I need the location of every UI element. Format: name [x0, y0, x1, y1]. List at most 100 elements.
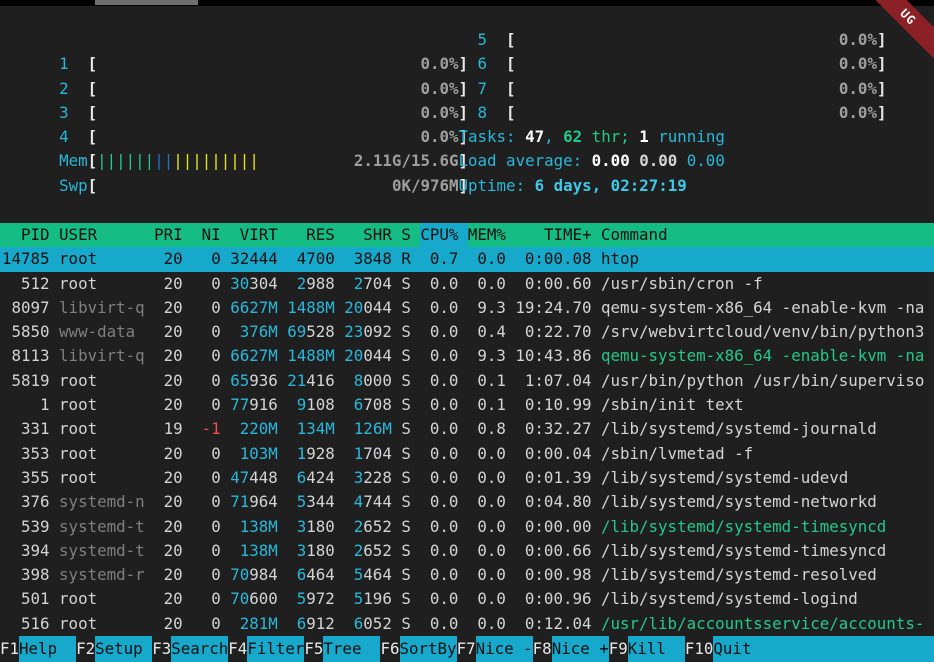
- table-header: PID USER PRI NI VIRT RES SHR S CPU%MEM% TIME+ Comm…: [0, 223, 934, 247]
- cell-shr: 2652: [344, 539, 392, 563]
- col-header-cpu-sort[interactable]: CPU%: [420, 223, 468, 247]
- fn-label: Help: [19, 636, 76, 662]
- function-key-f3[interactable]: F3Search: [152, 636, 228, 662]
- cell-command: /lib/systemd/systemd-udevd: [601, 466, 848, 490]
- cell-ni: 0: [192, 393, 221, 417]
- cell-command: /sbin/init text: [601, 393, 744, 417]
- table-row[interactable]: 539systemd-t200138M31802652S0.00.00:00.0…: [0, 515, 934, 539]
- cell-virt: 138M: [230, 539, 278, 563]
- table-row[interactable]: 394systemd-t200138M31802652S0.00.00:00.6…: [0, 539, 934, 563]
- cell-res: 5972: [287, 587, 335, 611]
- cell-ni: 0: [192, 466, 221, 490]
- function-key-f6[interactable]: F6SortBy: [380, 636, 456, 662]
- table-row[interactable]: 398systemd-r2007098464645464S0.00.00:00.…: [0, 563, 934, 587]
- fn-label: Quit: [713, 636, 934, 662]
- cell-mem: 0.0: [468, 247, 506, 271]
- cell-res: 1488M: [287, 344, 335, 368]
- table-row[interactable]: 512root2003030429882704S0.00.00:00.60/us…: [0, 272, 934, 296]
- table-row[interactable]: 1root2007791691086708S0.00.10:10.99/sbin…: [0, 393, 934, 417]
- cell-pid: 5819: [2, 369, 50, 393]
- cell-pri: 20: [154, 515, 183, 539]
- cell-pri: 20: [154, 539, 183, 563]
- function-key-f5[interactable]: F5Tree: [304, 636, 380, 662]
- table-row[interactable]: 355root2004744864243228S0.00.00:01.39/li…: [0, 466, 934, 490]
- function-key-f2[interactable]: F2Setup: [76, 636, 152, 662]
- table-row[interactable]: 8113libvirt-q2006627M1488M20044S0.09.310…: [0, 344, 934, 368]
- col-header-user[interactable]: USER: [59, 223, 145, 247]
- function-key-f7[interactable]: F7Nice -: [457, 636, 533, 662]
- tasks-line: Tasks: 47, 62 thr; 1 running: [459, 125, 725, 149]
- cell-user: systemd-t: [59, 515, 145, 539]
- col-header-state[interactable]: S: [401, 223, 411, 247]
- cell-shr: 2704: [344, 272, 392, 296]
- fn-label: Tree: [323, 636, 380, 662]
- function-key-f1[interactable]: F1Help: [0, 636, 76, 662]
- col-header-shr[interactable]: SHR: [344, 223, 392, 247]
- cell-cpu: 0.7: [420, 247, 458, 271]
- cell-virt: 138M: [230, 515, 278, 539]
- table-row[interactable]: 376systemd-n2007196453444744S0.00.00:04.…: [0, 490, 934, 514]
- cell-res: 69528: [287, 320, 335, 344]
- cell-res: 4700: [287, 247, 335, 271]
- cell-pid: 8097: [2, 296, 50, 320]
- cell-virt: 6627M: [230, 296, 278, 320]
- cell-shr: 1704: [344, 442, 392, 466]
- table-row[interactable]: 516root200281M69126052S0.00.00:12.04/usr…: [0, 612, 934, 636]
- cell-command: /srv/webvirtcloud/venv/bin/python3: [601, 320, 924, 344]
- cell-command: qemu-system-x86_64 -enable-kvm -na: [601, 344, 924, 368]
- cell-user: www-data: [59, 320, 145, 344]
- cell-ni: 0: [192, 490, 221, 514]
- function-key-f9[interactable]: F9Kill: [609, 636, 685, 662]
- col-header-res[interactable]: RES: [287, 223, 335, 247]
- table-row[interactable]: 14785root2003244447003848R0.70.00:00.08h…: [0, 247, 934, 271]
- cell-pid: 398: [2, 563, 50, 587]
- function-key-f8[interactable]: F8Nice +: [533, 636, 609, 662]
- col-header-time[interactable]: TIME+: [515, 223, 591, 247]
- cell-res: 21416: [287, 369, 335, 393]
- cell-pri: 20: [154, 612, 183, 636]
- table-row[interactable]: 501root2007060059725196S0.00.00:00.96/li…: [0, 587, 934, 611]
- cpu-meter-row-4: 4[0.0%] 8[0.0%]: [0, 101, 934, 125]
- cell-virt: 281M: [230, 612, 278, 636]
- load-average-line: Load average: 0.00 0.00 0.00: [459, 149, 725, 173]
- cpu8-label: 8: [478, 103, 488, 122]
- load-1min: 0.00: [592, 151, 630, 170]
- col-header-pid[interactable]: PID: [2, 223, 50, 247]
- mem-tasks-row: Mem[|||||||||||||||||2.11G/15.6G] Tasks:…: [0, 125, 934, 149]
- cell-ni: 0: [192, 442, 221, 466]
- cell-ni: 0: [192, 369, 221, 393]
- cell-state: S: [401, 490, 411, 514]
- cell-cpu: 0.0: [420, 515, 458, 539]
- cell-shr: 6708: [344, 393, 392, 417]
- table-row[interactable]: 5819root20065936214168000S0.00.11:07.04/…: [0, 369, 934, 393]
- cell-state: S: [401, 272, 411, 296]
- table-row[interactable]: 8097libvirt-q2006627M1488M20044S0.09.319…: [0, 296, 934, 320]
- col-header-virt[interactable]: VIRT: [230, 223, 278, 247]
- col-header-ni[interactable]: NI: [192, 223, 221, 247]
- cell-mem: 9.3: [468, 344, 506, 368]
- cell-command: /sbin/lvmetad -f: [601, 442, 753, 466]
- col-header-mem[interactable]: MEM%: [468, 223, 506, 247]
- function-key-f4[interactable]: F4Filter: [228, 636, 304, 662]
- cpu7-meter: 0.0%: [516, 77, 877, 101]
- col-header-command[interactable]: Command: [601, 223, 668, 247]
- cell-res: 6912: [287, 612, 335, 636]
- col-header-pri[interactable]: PRI: [154, 223, 183, 247]
- cpu6-label: 6: [478, 54, 488, 73]
- cell-ni: 0: [192, 320, 221, 344]
- cell-state: S: [401, 344, 411, 368]
- cell-user: root: [59, 272, 145, 296]
- table-row[interactable]: 353root200103M19281704S0.00.00:00.04/sbi…: [0, 442, 934, 466]
- cell-ni: 0: [192, 247, 221, 271]
- cell-mem: 0.0: [468, 272, 506, 296]
- cell-ni: -1: [192, 417, 221, 441]
- cell-command: htop: [601, 247, 639, 271]
- cell-pri: 19: [154, 417, 183, 441]
- function-key-f10[interactable]: F10Quit: [685, 636, 934, 662]
- table-row[interactable]: 5850www-data200376M6952823092S0.00.40:22…: [0, 320, 934, 344]
- cell-pri: 20: [154, 587, 183, 611]
- cell-shr: 5196: [344, 587, 392, 611]
- cell-res: 3180: [287, 539, 335, 563]
- cell-cpu: 0.0: [420, 539, 458, 563]
- table-row[interactable]: 331root19-1220M134M126MS0.00.80:32.27/li…: [0, 417, 934, 441]
